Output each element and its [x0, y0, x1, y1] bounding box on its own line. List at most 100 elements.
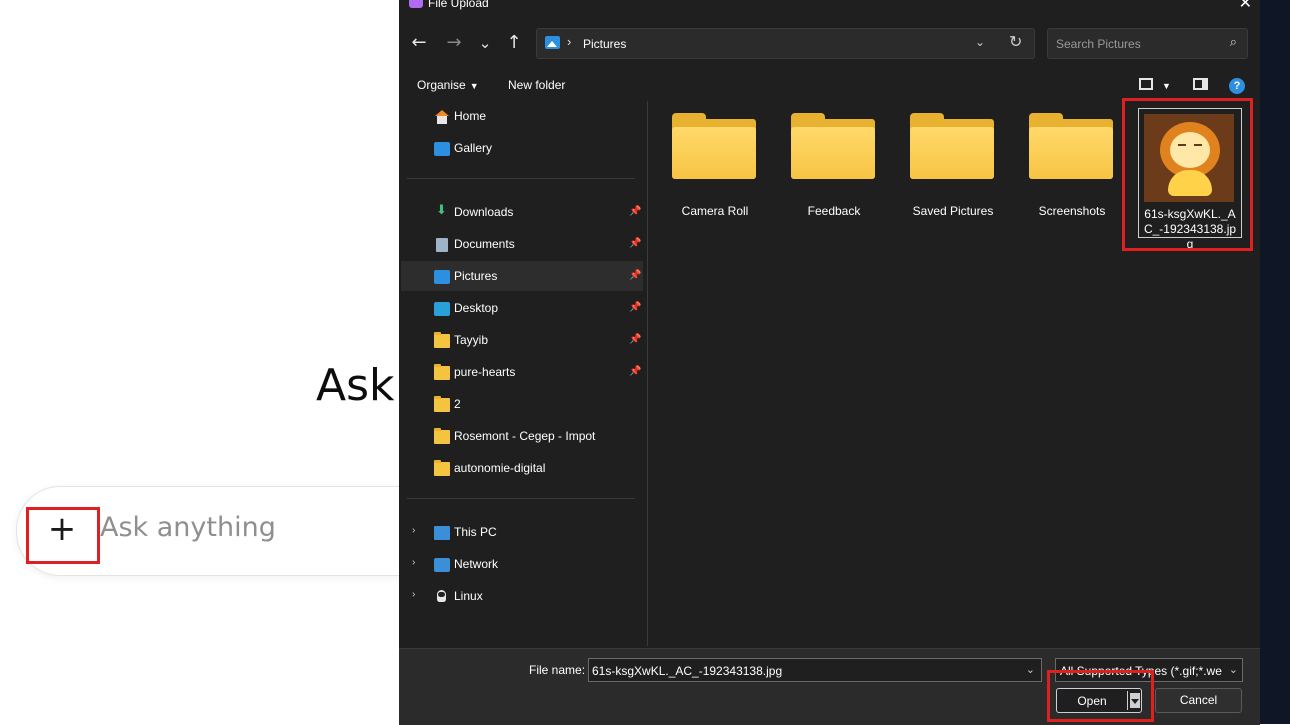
- recent-locations-button[interactable]: ⌄: [475, 30, 495, 56]
- folder-screenshots[interactable]: Screenshots: [1017, 105, 1127, 235]
- organise-button[interactable]: Organise ▼: [417, 78, 479, 92]
- folder-saved-pictures[interactable]: Saved Pictures: [898, 105, 1008, 235]
- sidebar-item-label: Desktop: [454, 301, 499, 315]
- sidebar-item-label: Rosemont - Cegep - Impot: [454, 429, 596, 443]
- file-item-selected[interactable]: 61s-ksgXwKL._AC_-192343138.jpg: [1138, 108, 1242, 251]
- address-bar[interactable]: › Pictures ⌄ ↻: [536, 28, 1035, 59]
- gallery-icon: [434, 142, 450, 156]
- file-type-value: All Supported Types (*.gif;*.webp;*.png;…: [1060, 664, 1222, 678]
- breadcrumb-pictures[interactable]: Pictures: [583, 37, 626, 51]
- sidebar-item-label: 2: [454, 397, 461, 411]
- file-upload-dialog: File Upload ✕ ← → ⌄ ↑ › Pictures ⌄ ↻ Sea…: [399, 0, 1260, 725]
- pane-splitter[interactable]: [647, 101, 648, 646]
- search-input[interactable]: Search Pictures ⌕: [1047, 28, 1248, 59]
- sidebar-item-rosemont[interactable]: Rosemont - Cegep - Impot: [401, 421, 643, 451]
- sidebar-item-label: pure-hearts: [454, 365, 516, 379]
- caret-down-icon: ▼: [469, 81, 479, 91]
- sidebar-item-label: Documents: [454, 237, 515, 251]
- sidebar-item-autonomie-digital[interactable]: autonomie-digital: [401, 453, 643, 483]
- folder-label: Camera Roll: [681, 204, 749, 218]
- dialog-footer: File name: 61s-ksgXwKL._AC_-192343138.jp…: [399, 648, 1260, 725]
- file-name-value: 61s-ksgXwKL._AC_-192343138.jpg: [592, 664, 783, 678]
- file-type-select[interactable]: All Supported Types (*.gif;*.webp;*.png;…: [1055, 658, 1243, 682]
- sidebar-item-label: This PC: [454, 525, 497, 539]
- close-button[interactable]: ✕: [1239, 0, 1252, 13]
- up-button[interactable]: ↑: [504, 30, 524, 56]
- this-pc-icon: [434, 526, 450, 540]
- chevron-down-icon[interactable]: ⌄: [1026, 663, 1035, 676]
- home-icon: [434, 110, 450, 124]
- sidebar-item-label: Downloads: [454, 205, 514, 219]
- app-icon: [409, 0, 423, 8]
- folder-camera-roll[interactable]: Camera Roll: [660, 105, 770, 235]
- chevron-down-icon[interactable]: ⌄: [975, 35, 985, 49]
- pictures-icon: [434, 270, 450, 284]
- sidebar-item-downloads[interactable]: Downloads 📌: [401, 197, 643, 227]
- sidebar-item-label: Home: [454, 109, 487, 123]
- folder-icon: [434, 428, 450, 444]
- refresh-icon[interactable]: ↻: [1009, 32, 1022, 52]
- new-folder-button[interactable]: New folder: [508, 78, 565, 92]
- folder-icon: [434, 364, 450, 380]
- desktop-edge: [1260, 0, 1290, 724]
- sidebar-item-documents[interactable]: Documents 📌: [401, 229, 643, 259]
- folder-label: Screenshots: [1038, 204, 1106, 218]
- sidebar-divider: [407, 178, 635, 179]
- help-icon[interactable]: ?: [1229, 78, 1245, 94]
- chevron-down-icon[interactable]: ⌄: [1228, 663, 1238, 676]
- folder-feedback[interactable]: Feedback: [779, 105, 889, 235]
- chat-input[interactable]: Ask anything: [100, 512, 276, 543]
- pin-icon: 📌: [629, 270, 642, 281]
- file-label: 61s-ksgXwKL._AC_-192343138.jpg: [1143, 207, 1237, 251]
- sidebar-item-desktop[interactable]: Desktop 📌: [401, 293, 643, 323]
- folder-icon: [434, 332, 450, 348]
- sidebar-item-label: Network: [454, 557, 499, 571]
- view-options-caret[interactable]: ▼: [1162, 81, 1171, 91]
- expand-chevron-icon[interactable]: ›: [412, 525, 415, 536]
- sidebar-item-tayyib[interactable]: Tayyib 📌: [401, 325, 643, 355]
- network-icon: [434, 558, 450, 572]
- file-name-input[interactable]: 61s-ksgXwKL._AC_-192343138.jpg ⌄: [588, 658, 1042, 682]
- view-mode-icon[interactable]: [1139, 78, 1153, 90]
- sidebar-item-home[interactable]: Home: [401, 101, 643, 131]
- sidebar-item-label: Pictures: [454, 269, 498, 283]
- sidebar-item-pictures[interactable]: Pictures 📌: [401, 261, 643, 291]
- open-button[interactable]: Open: [1056, 688, 1142, 713]
- expand-chevron-icon[interactable]: ›: [412, 589, 415, 600]
- folder-label: Feedback: [807, 204, 861, 218]
- sidebar-divider: [407, 498, 635, 499]
- file-name-label: File name:: [529, 663, 586, 677]
- folder-icon: [434, 460, 450, 476]
- open-options-dropdown[interactable]: [1130, 693, 1140, 708]
- file-thumbnail: [1144, 114, 1234, 202]
- sidebar-item-label: Linux: [454, 589, 483, 603]
- search-icon: ⌕: [1229, 35, 1237, 50]
- sidebar-item-gallery[interactable]: Gallery: [401, 133, 643, 163]
- open-label: Open: [1077, 694, 1107, 708]
- documents-icon: [436, 238, 448, 252]
- linux-icon: [434, 590, 450, 604]
- pin-icon: 📌: [629, 238, 642, 249]
- sidebar-item-network[interactable]: › Network: [401, 549, 643, 579]
- pin-icon: 📌: [629, 366, 642, 377]
- pictures-icon: [545, 36, 560, 49]
- expand-chevron-icon[interactable]: ›: [412, 557, 415, 568]
- back-button[interactable]: ←: [409, 30, 429, 56]
- folder-icon: [434, 396, 450, 412]
- navigation-pane: Home Gallery Downloads 📌 Documents 📌 Pic…: [399, 101, 647, 646]
- preview-pane-icon[interactable]: [1193, 78, 1208, 90]
- folder-icon: [910, 113, 994, 179]
- title-bar: File Upload ✕: [399, 0, 1260, 13]
- sidebar-item-pure-hearts[interactable]: pure-hearts 📌: [401, 357, 643, 387]
- cancel-button[interactable]: Cancel: [1155, 688, 1242, 713]
- breadcrumb-separator: ›: [567, 34, 572, 49]
- sidebar-item-linux[interactable]: › Linux: [401, 581, 643, 611]
- pin-icon: 📌: [629, 334, 642, 345]
- add-attachment-button[interactable]: +: [44, 512, 80, 548]
- forward-button[interactable]: →: [444, 30, 464, 56]
- pin-icon: 📌: [629, 302, 642, 313]
- folder-icon: [791, 113, 875, 179]
- page-heading: Ask: [316, 360, 395, 411]
- sidebar-item-this-pc[interactable]: › This PC: [401, 517, 643, 547]
- sidebar-item-2[interactable]: 2: [401, 389, 643, 419]
